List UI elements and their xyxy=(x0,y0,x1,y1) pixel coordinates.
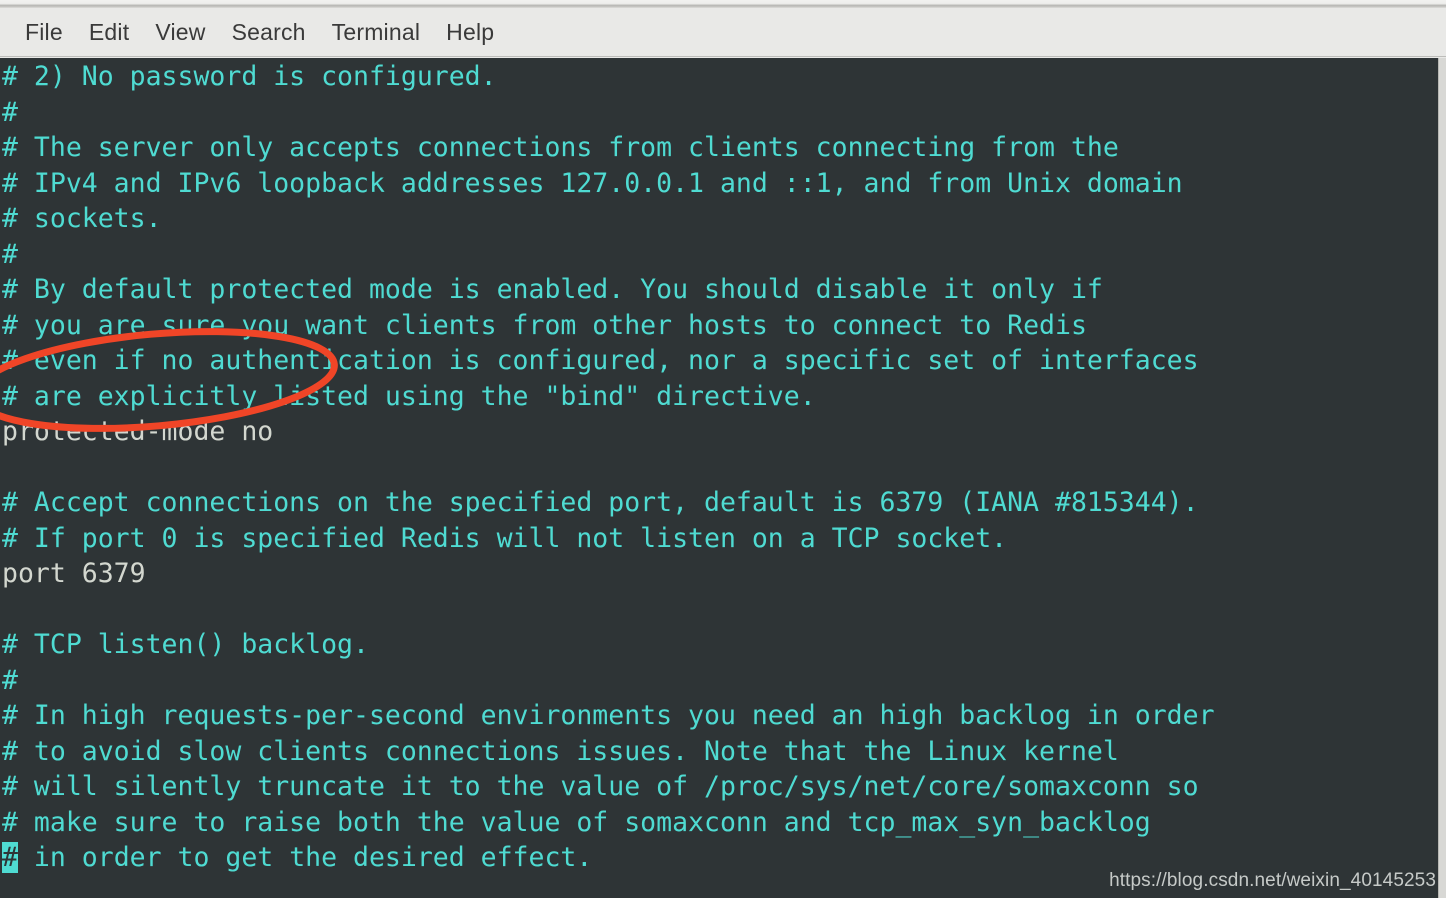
menu-item-search[interactable]: Search xyxy=(219,17,319,48)
terminal-line: # The server only accepts connections fr… xyxy=(2,132,1119,163)
terminal-line: # sockets. xyxy=(2,203,162,234)
terminal-line: # In high requests-per-second environmen… xyxy=(2,700,1215,731)
terminal-text-lines: # 2) No password is configured. # # The se… xyxy=(2,59,1438,876)
menu-item-help[interactable]: Help xyxy=(433,17,507,48)
terminal-line: # make sure to raise both the value of s… xyxy=(2,806,1151,838)
terminal-line: # Accept connections on the specified po… xyxy=(2,487,1199,518)
menu-bar: File Edit View Search Terminal Help xyxy=(0,8,1446,57)
menu-item-file[interactable]: File xyxy=(12,17,76,48)
terminal-line-text: in order to get the desired effect. xyxy=(17,842,593,873)
menu-item-view[interactable]: View xyxy=(142,17,218,48)
terminal-line: port 6379 xyxy=(2,558,146,589)
terminal-line: # even if no authentication is configure… xyxy=(2,345,1199,376)
terminal-line: # will silently truncate it to the value… xyxy=(2,771,1199,802)
terminal-line: # xyxy=(2,96,18,128)
terminal-line: protected-mode no xyxy=(2,416,274,447)
terminal-line: # If port 0 is specified Redis will not … xyxy=(2,522,1008,554)
csdn-watermark: https://blog.csdn.net/weixin_40145253 xyxy=(1109,870,1436,891)
terminal-line: # to avoid slow clients connections issu… xyxy=(2,735,1119,767)
menu-item-terminal[interactable]: Terminal xyxy=(319,17,434,48)
terminal-right-border xyxy=(1438,58,1446,898)
terminal-line: # are explicitly listed using the "bind"… xyxy=(2,380,816,412)
menu-item-edit[interactable]: Edit xyxy=(76,17,142,48)
terminal-line: # IPv4 and IPv6 loopback addresses 127.0… xyxy=(2,167,1183,199)
terminal-output-area[interactable]: # 2) No password is configured. # # The se… xyxy=(0,58,1438,898)
terminal-line: # By default protected mode is enabled. … xyxy=(2,274,1103,305)
terminal-line: # 2) No password is configured. xyxy=(2,61,497,92)
window-titlebar-strip xyxy=(0,0,1446,8)
terminal-line: # you are sure you want clients from oth… xyxy=(2,309,1087,341)
text-cursor: # xyxy=(2,842,18,873)
terminal-window: File Edit View Search Terminal Help # 2) No p… xyxy=(0,0,1446,898)
terminal-line: # xyxy=(2,238,18,270)
terminal-line: # xyxy=(2,664,18,696)
terminal-line: # TCP listen() backlog. xyxy=(2,629,369,660)
